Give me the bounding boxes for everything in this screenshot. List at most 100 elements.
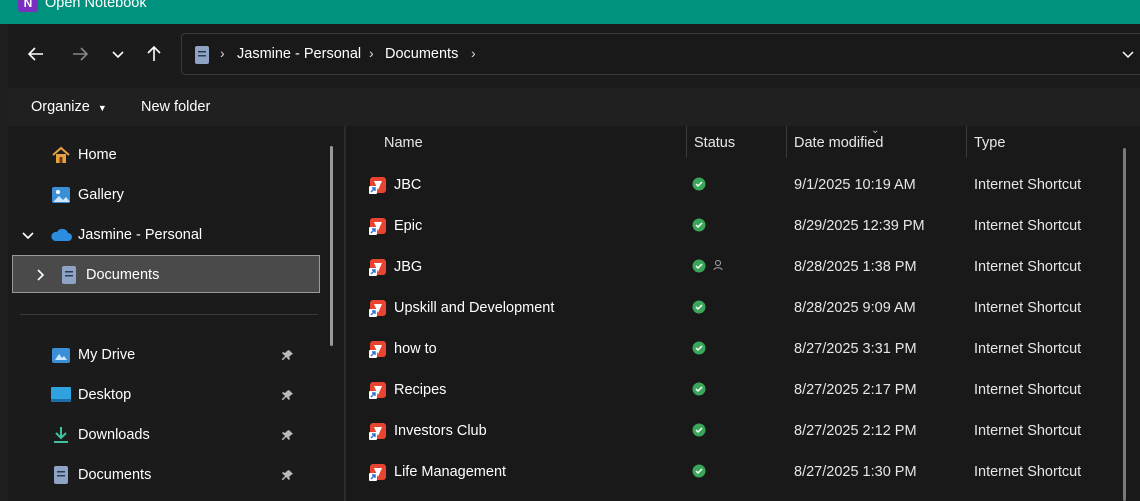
column-header-status[interactable]: Status	[694, 135, 735, 151]
new-folder-button[interactable]: New folder	[141, 99, 210, 115]
chevron-down-icon[interactable]	[1122, 48, 1134, 60]
recent-locations-button[interactable]	[104, 40, 132, 68]
date-modified: 8/28/2025 1:38 PM	[794, 259, 917, 275]
file-type: Internet Shortcut	[974, 341, 1082, 357]
navigation-pane: Home Gallery Jasmine - Personal Document…	[8, 126, 344, 501]
chevron-right-icon: ›	[471, 45, 476, 61]
document-folder-icon	[58, 264, 80, 286]
date-modified: 8/28/2025 9:09 AM	[794, 300, 916, 316]
organize-label: Organize	[31, 99, 90, 115]
up-button[interactable]	[140, 40, 168, 68]
date-modified: 9/1/2025 10:19 AM	[794, 177, 916, 193]
file-type: Internet Shortcut	[974, 177, 1082, 193]
caret-down-icon: ▼	[97, 103, 107, 113]
address-bar[interactable]: › Jasmine - Personal › Documents ›	[181, 33, 1140, 75]
column-divider[interactable]	[966, 126, 967, 158]
organize-button[interactable]: Organize ▼	[31, 99, 107, 115]
date-modified: 8/27/2025 2:17 PM	[794, 382, 917, 398]
nav-label-gallery: Gallery	[78, 187, 124, 203]
command-bar: Organize ▼ New folder	[8, 88, 1140, 126]
table-row[interactable]: how to 8/27/2025 3:31 PM Internet Shortcut	[346, 329, 1116, 370]
arrow-left-icon	[27, 47, 43, 61]
nav-item-gallery[interactable]: Gallery	[50, 176, 124, 214]
document-folder-icon	[195, 46, 209, 64]
synced-check-icon	[692, 341, 706, 359]
internet-shortcut-icon	[368, 339, 388, 363]
back-button[interactable]	[22, 40, 50, 68]
nav-scrollbar[interactable]	[330, 146, 333, 346]
table-row[interactable]: Investors Club 8/27/2025 2:12 PM Internet …	[346, 411, 1116, 452]
table-row[interactable]: Epic 8/29/2025 12:39 PM Internet Shortcut	[346, 206, 1116, 247]
file-name: JBC	[394, 177, 422, 193]
download-icon	[50, 424, 72, 446]
nav-label-personal: Jasmine - Personal	[78, 227, 203, 243]
nav-label-documents-pinned: Documents	[78, 467, 152, 483]
nav-item-documents-pinned[interactable]: Documents	[50, 456, 320, 494]
breadcrumb-documents[interactable]: Documents	[385, 46, 458, 62]
internet-shortcut-icon	[368, 421, 388, 445]
synced-check-icon	[692, 382, 706, 400]
chevron-down-icon[interactable]	[22, 229, 42, 241]
synced-check-icon	[692, 300, 706, 318]
forward-button[interactable]	[66, 40, 94, 68]
nav-label-documents: Documents	[86, 267, 160, 283]
pin-icon	[282, 350, 293, 360]
drive-icon	[50, 344, 72, 366]
breadcrumb-personal[interactable]: Jasmine - Personal	[237, 46, 361, 62]
title-bar: N Open Notebook	[0, 0, 1140, 24]
chevron-down-icon	[112, 51, 124, 59]
window-title: Open Notebook	[45, 0, 147, 11]
file-list: Name Status ⌄ Date modified Type JBC 9/1/…	[346, 125, 1140, 501]
nav-item-documents[interactable]: Documents	[34, 256, 159, 294]
file-name: Life Management	[394, 464, 507, 480]
file-name: how to	[394, 341, 437, 357]
onenote-icon: N	[18, 0, 38, 12]
synced-check-icon	[692, 177, 706, 195]
date-modified: 8/27/2025 1:30 PM	[794, 464, 917, 480]
table-row[interactable]: Recipes 8/27/2025 2:17 PM Internet Shortcu…	[346, 370, 1116, 411]
table-row[interactable]: JBC 9/1/2025 10:19 AM Internet Shortcut	[346, 165, 1116, 206]
internet-shortcut-icon	[368, 298, 388, 322]
chevron-right-icon[interactable]	[34, 269, 54, 281]
nav-item-downloads[interactable]: Downloads	[50, 416, 320, 454]
home-icon	[50, 144, 72, 166]
date-modified: 8/29/2025 12:39 PM	[794, 218, 925, 234]
column-divider[interactable]	[686, 126, 687, 158]
nav-label-home: Home	[78, 147, 117, 163]
nav-item-desktop[interactable]: Desktop	[50, 376, 320, 414]
arrow-up-icon	[147, 45, 161, 61]
content-scrollbar[interactable]	[1123, 148, 1126, 501]
file-type: Internet Shortcut	[974, 259, 1082, 275]
date-modified: 8/27/2025 3:31 PM	[794, 341, 917, 357]
synced-check-icon	[692, 423, 706, 441]
nav-item-my-drive[interactable]: My Drive	[50, 336, 320, 374]
nav-divider	[20, 314, 318, 315]
desktop-icon	[50, 384, 72, 406]
nav-label-desktop: Desktop	[78, 387, 132, 403]
nav-item-onedrive-personal[interactable]: Jasmine - Personal	[22, 216, 202, 254]
table-row[interactable]: JBG 8/28/2025 1:38 PM Internet Shortcut	[346, 247, 1116, 288]
nav-label-my-drive: My Drive	[78, 347, 136, 363]
file-type: Internet Shortcut	[974, 218, 1082, 234]
pin-icon	[282, 430, 293, 440]
column-header-name[interactable]: Name	[384, 135, 423, 151]
table-row[interactable]: Upskill and Development 8/28/2025 9:09 AM…	[346, 288, 1116, 329]
nav-item-home[interactable]: Home	[50, 136, 117, 174]
internet-shortcut-icon	[368, 462, 388, 486]
internet-shortcut-icon	[368, 380, 388, 404]
file-type: Internet Shortcut	[974, 464, 1082, 480]
gallery-icon	[50, 184, 72, 206]
table-row[interactable]: Life Management 8/27/2025 1:30 PM Internet…	[346, 452, 1116, 493]
column-header-type[interactable]: Type	[974, 135, 1005, 151]
internet-shortcut-icon	[368, 175, 388, 199]
date-modified: 8/27/2025 2:12 PM	[794, 423, 917, 439]
file-name: Epic	[394, 218, 423, 234]
column-divider[interactable]	[786, 126, 787, 158]
shared-user-icon	[712, 259, 724, 275]
internet-shortcut-icon	[368, 216, 388, 240]
column-header-date[interactable]: Date modified	[794, 135, 883, 151]
internet-shortcut-icon	[368, 257, 388, 281]
pin-icon	[282, 390, 293, 400]
file-type: Internet Shortcut	[974, 300, 1082, 316]
synced-check-icon	[692, 218, 706, 236]
